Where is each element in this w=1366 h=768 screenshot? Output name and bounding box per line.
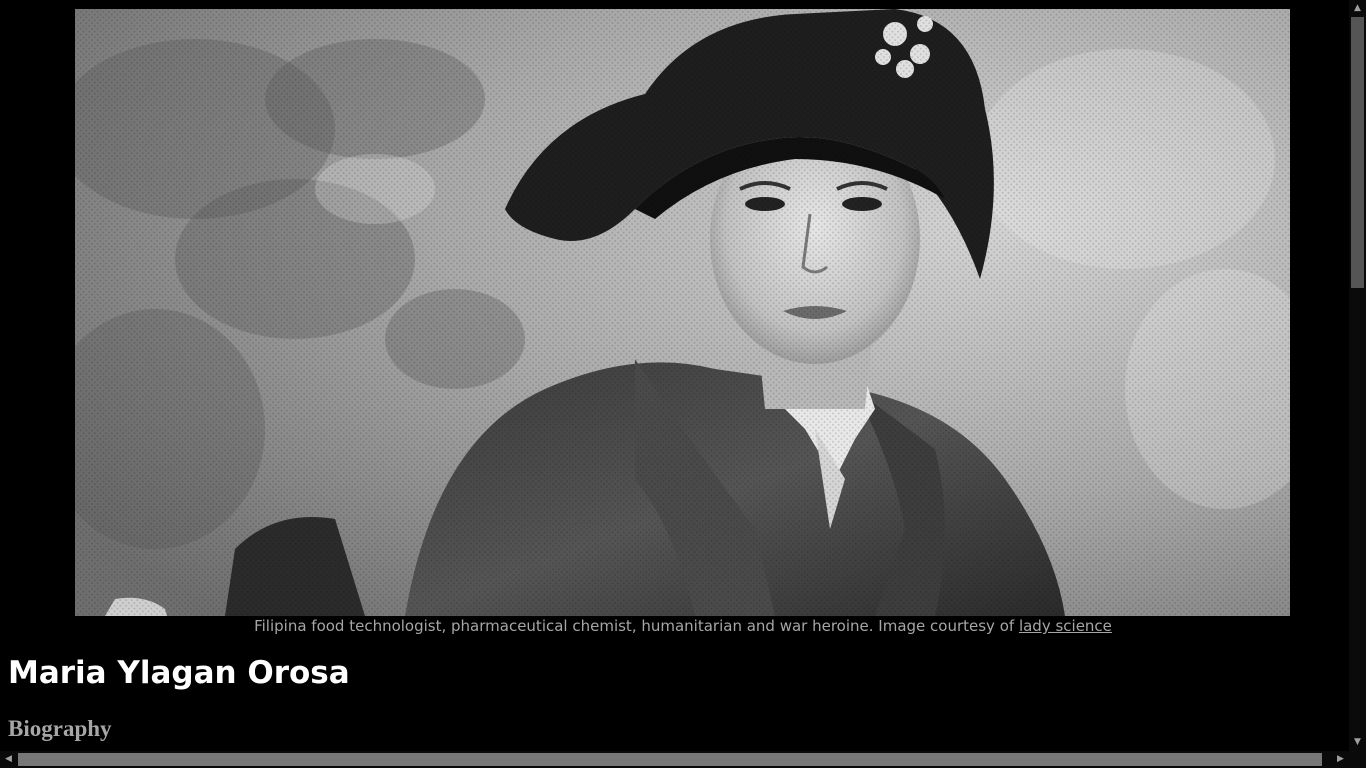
portrait-photo — [75, 9, 1290, 616]
scroll-right-icon[interactable]: ▶ — [1332, 751, 1349, 768]
biography-heading: Biography — [8, 716, 112, 741]
page-viewport: Filipina food technologist, pharmaceutic… — [0, 0, 1349, 751]
caption-text: Filipina food technologist, pharmaceutic… — [254, 617, 1019, 635]
horizontal-scroll-thumb[interactable] — [18, 753, 1322, 766]
vertical-scroll-thumb[interactable] — [1351, 17, 1364, 288]
scroll-up-icon[interactable]: ▲ — [1349, 0, 1366, 17]
scroll-left-icon[interactable]: ◀ — [0, 751, 17, 768]
scrollbar-corner — [1349, 751, 1366, 768]
page-title: Maria Ylagan Orosa — [8, 655, 350, 691]
lady-science-link[interactable]: lady science — [1019, 617, 1112, 635]
vertical-scrollbar[interactable]: ▲ ▼ — [1349, 0, 1366, 751]
photo-caption: Filipina food technologist, pharmaceutic… — [0, 616, 1349, 636]
horizontal-scrollbar[interactable]: ◀ ▶ — [0, 751, 1349, 768]
scroll-down-icon[interactable]: ▼ — [1349, 734, 1366, 751]
